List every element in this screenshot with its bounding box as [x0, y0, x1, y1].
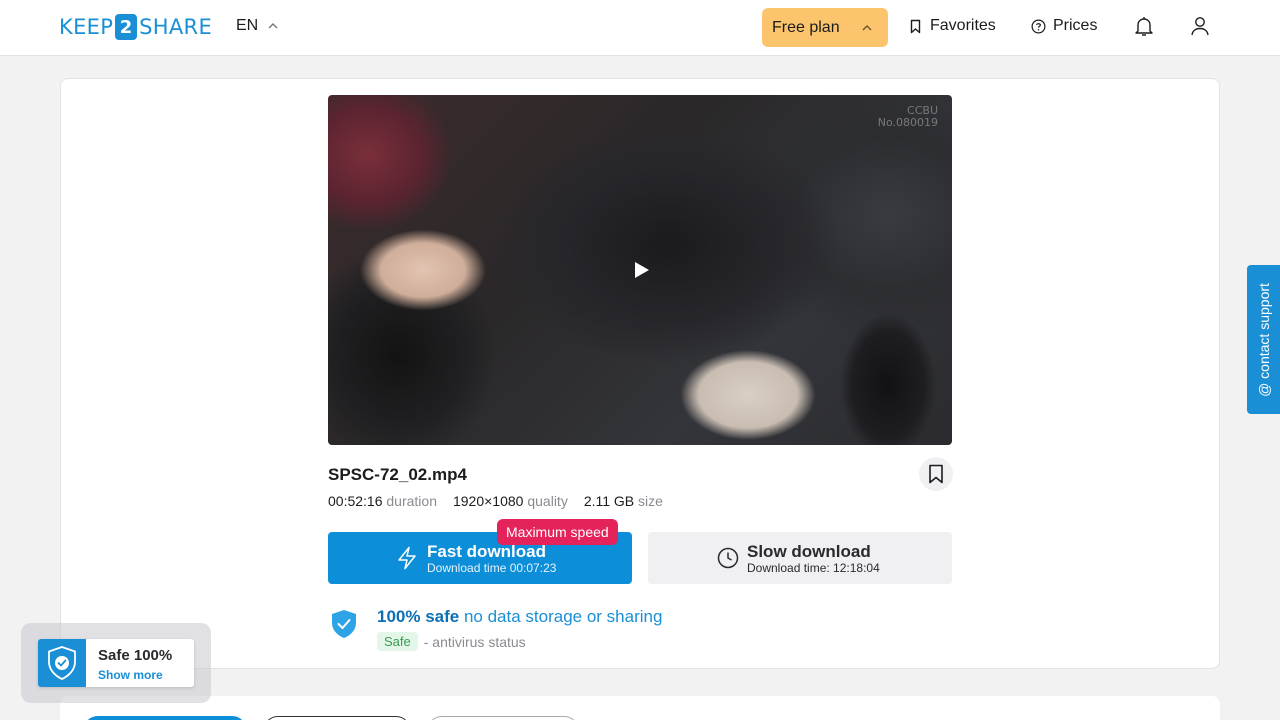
- add-to-favorites-button[interactable]: [919, 457, 953, 491]
- duration-label: duration: [386, 493, 437, 509]
- safety-strong: 100% safe: [377, 607, 460, 626]
- chevron-up-icon: [268, 23, 278, 29]
- shield-check-icon: [48, 646, 76, 680]
- play-icon[interactable]: [634, 261, 650, 279]
- contact-support-tab[interactable]: @ contact support: [1247, 265, 1280, 414]
- watermark-line2: No.080019: [877, 116, 938, 129]
- safe-widget: Safe 100% Show more: [21, 623, 211, 703]
- quality-meta: 1920×1080 quality: [453, 493, 568, 509]
- favorites-label: Favorites: [930, 17, 996, 34]
- video-preview[interactable]: CCBU No.080019: [328, 95, 952, 445]
- language-label: EN: [236, 17, 259, 34]
- prices-label: Prices: [1053, 17, 1098, 34]
- bottom-tab-1[interactable]: [83, 716, 247, 720]
- duration-meta: 00:52:16 duration: [328, 493, 437, 509]
- slow-download-button[interactable]: Slow download Download time: 12:18:04: [648, 532, 952, 584]
- video-watermark: CCBU No.080019: [878, 105, 938, 129]
- logo-text-right: SHARE: [139, 15, 213, 39]
- maximum-speed-badge: Maximum speed: [497, 519, 618, 545]
- antivirus-status: Safe - antivirus status: [377, 632, 526, 651]
- quality-value: 1920×1080: [452, 493, 524, 509]
- safe-widget-title: Safe 100%: [98, 647, 173, 664]
- logo-text-left: KEEP: [59, 15, 114, 39]
- duration-value: 00:52:16: [328, 493, 383, 509]
- top-header: KEEP 2 SHARE EN Free plan Favorites Pric…: [0, 0, 1280, 56]
- bookmark-icon: [910, 19, 921, 33]
- antivirus-text: - antivirus status: [423, 633, 526, 650]
- file-meta: 00:52:16 duration 1920×1080 quality 2.11…: [328, 493, 679, 509]
- slow-download-title: Slow download: [747, 542, 871, 561]
- safe-widget-card[interactable]: Safe 100% Show more: [38, 639, 194, 687]
- bookmark-icon: [929, 464, 943, 484]
- size-meta: 2.11 GB size: [584, 493, 663, 509]
- prices-link[interactable]: Prices: [1031, 17, 1097, 35]
- free-plan-button[interactable]: Free plan: [762, 8, 888, 47]
- fast-download-time: Download time 00:07:23: [427, 561, 557, 575]
- bottom-tab-3[interactable]: [427, 716, 579, 720]
- bottom-tab-2[interactable]: [263, 716, 411, 720]
- clock-icon: [717, 547, 739, 569]
- fast-download-title: Fast download: [427, 542, 546, 561]
- safety-headline: 100% safe no data storage or sharing: [377, 607, 662, 627]
- keep2share-logo[interactable]: KEEP 2 SHARE: [59, 14, 212, 40]
- safety-rest: no data storage or sharing: [463, 607, 663, 626]
- favorites-link[interactable]: Favorites: [908, 17, 996, 35]
- lightning-icon: [398, 546, 416, 570]
- chevron-up-icon: [862, 25, 872, 31]
- quality-label: quality: [527, 493, 568, 509]
- contact-support-label: @ contact support: [1255, 282, 1272, 397]
- logo-text-mid: 2: [115, 14, 138, 40]
- file-name: SPSC-72_02.mp4: [328, 465, 467, 484]
- slow-download-time: Download time: 12:18:04: [747, 561, 880, 575]
- safe-widget-badge: [38, 639, 86, 687]
- bell-icon[interactable]: [1132, 14, 1156, 38]
- shield-check-icon: [332, 610, 356, 638]
- user-icon[interactable]: [1188, 14, 1212, 38]
- question-circle-icon: [1031, 19, 1046, 33]
- size-value: 2.11 GB: [583, 493, 635, 509]
- plan-label: Free plan: [772, 18, 840, 36]
- show-more-link[interactable]: Show more: [98, 668, 163, 682]
- language-selector[interactable]: EN: [236, 17, 278, 35]
- antivirus-badge: Safe: [377, 632, 418, 651]
- size-label: size: [638, 493, 663, 509]
